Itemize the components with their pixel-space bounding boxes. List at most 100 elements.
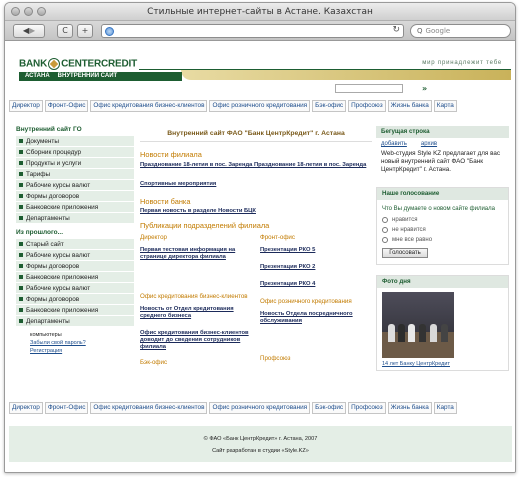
photo-of-day-image[interactable]: [382, 292, 454, 358]
site-search-input[interactable]: [335, 84, 403, 93]
news-link[interactable]: Празднование 18-летия в пос. Заренда Пра…: [140, 162, 372, 169]
nav-item[interactable]: Офис кредитования бизнес-клиентов: [90, 402, 208, 414]
business-link[interactable]: Новость от Отдел кредитования среднего б…: [140, 306, 252, 320]
logo-subtitle: АСТАНА ВНУТРЕННИЙ САЙТ: [19, 72, 182, 81]
front-office-link[interactable]: Презентация РКО 5: [260, 247, 372, 254]
url-reload-icon[interactable]: ↻: [392, 25, 400, 35]
bank-logo[interactable]: BANK CENTERCREDIT: [19, 58, 137, 70]
address-bar[interactable]: ↻: [101, 24, 404, 38]
photo-of-day-box: Фото дня 14 лет Банку ЦентрКредит: [376, 275, 509, 371]
sidebar-item[interactable]: Рабочие курсы валют: [16, 250, 134, 261]
sidebar-item[interactable]: Продукты и услуги: [16, 158, 134, 169]
bank-news-heading: Новости банка: [140, 197, 191, 206]
bank-news-link[interactable]: Первая новость в разделе Новости БЦК: [140, 208, 372, 215]
nav-item[interactable]: Жизнь банка: [387, 402, 432, 414]
tagline: мир принадлежит тебе: [422, 60, 502, 66]
close-window-button[interactable]: [11, 7, 20, 16]
retail-heading: Офис розничного кредитования: [260, 298, 352, 305]
sidebar-item[interactable]: Тарифы: [16, 169, 134, 180]
sidebar-item[interactable]: Формы договоров: [16, 191, 134, 202]
logo-sub-city: АСТАНА: [25, 73, 50, 79]
sidebar-item[interactable]: Рабочие курсы валют: [16, 283, 134, 294]
photo-title: Фото дня: [377, 276, 508, 288]
sidebar-link[interactable]: компьютеры: [16, 331, 134, 339]
nav-item[interactable]: Карта: [433, 402, 457, 414]
nav-item[interactable]: Бэк-офис: [312, 100, 347, 112]
minimize-window-button[interactable]: [24, 7, 33, 16]
browser-window: Стильные интернет-сайты в Астане. Казахс…: [4, 2, 516, 473]
poll-option[interactable]: не нравится: [377, 225, 508, 235]
search-field[interactable]: Q Google: [410, 24, 511, 38]
main-content: Внутренний сайт ФАО "Банк ЦентрКредит" г…: [140, 126, 372, 372]
register-link[interactable]: Регистрация: [16, 347, 134, 355]
zoom-window-button[interactable]: [37, 7, 46, 16]
radio-button[interactable]: [382, 217, 388, 223]
nav-item[interactable]: Офис розничного кредитования: [209, 100, 311, 112]
add-bookmark-button[interactable]: +: [77, 24, 93, 38]
search-placeholder: Google: [425, 27, 451, 35]
forgot-password-link[interactable]: Забыли свой пароль?: [16, 339, 134, 347]
nav-item[interactable]: Карта: [433, 100, 457, 112]
sidebar-item[interactable]: Документы: [16, 136, 134, 147]
nav-item[interactable]: Офис розничного кредитования: [209, 402, 311, 414]
sidebar-item[interactable]: Банковские приложения: [16, 272, 134, 283]
director-link[interactable]: Первая тестовая информация на странице д…: [140, 247, 252, 261]
globe-icon: [105, 27, 114, 36]
nav-item[interactable]: Директор: [9, 100, 43, 112]
studio-credit: Сайт разработан в студии «Style.KZ»: [212, 448, 309, 454]
nav-item[interactable]: Фронт-Офис: [44, 402, 89, 414]
bottom-nav: Директор Фронт-Офис Офис кредитования би…: [9, 402, 512, 414]
emblem-icon: [48, 58, 61, 70]
poll-option[interactable]: нравится: [377, 215, 508, 225]
retail-link[interactable]: Новость Отдела посредничного обслуживани…: [260, 311, 372, 325]
front-office-link[interactable]: Презентация РКО 2: [260, 264, 372, 271]
photo-figure: [419, 324, 426, 342]
forward-arrow-icon[interactable]: ▶: [29, 26, 35, 35]
union-heading: Профсоюз: [260, 355, 291, 362]
nav-item[interactable]: Офис кредитования бизнес-клиентов: [90, 100, 208, 112]
nav-item[interactable]: Фронт-Офис: [44, 100, 89, 112]
search-icon: Q: [417, 27, 423, 35]
reload-icon: C: [62, 26, 68, 35]
site-footer: © ФАО «Банк ЦентрКредит» г. Астана, 2007…: [9, 426, 512, 462]
sidebar-item[interactable]: Департаменты: [16, 213, 134, 224]
archive-link[interactable]: архив: [421, 141, 437, 147]
poll-option-label: не нравится: [392, 227, 426, 233]
sidebar-item[interactable]: Формы договоров: [16, 294, 134, 305]
sidebar-item[interactable]: Департаменты: [16, 316, 134, 327]
nav-item[interactable]: Профсоюз: [348, 100, 386, 112]
news-link[interactable]: Спортивные мероприятия: [140, 181, 372, 188]
poll-question: Что Вы думаете о новом сайте филиала: [382, 206, 495, 212]
ticker-text: Web-студия Style KZ предлагает для вас н…: [381, 150, 501, 173]
sidebar-item[interactable]: Формы договоров: [16, 261, 134, 272]
nav-item[interactable]: Бэк-офис: [312, 402, 347, 414]
photo-figure: [430, 324, 437, 342]
sidebar-item[interactable]: Рабочие курсы валют: [16, 180, 134, 191]
nav-item[interactable]: Жизнь банка: [387, 100, 432, 112]
sidebar-item[interactable]: Старый сайт: [16, 239, 134, 250]
publications-grid: Директор Первая тестовая информация на с…: [140, 234, 372, 372]
right-sidebar: Бегущая строка добавить архив Web-студия …: [376, 126, 509, 371]
logo-text-left: BANK: [19, 58, 48, 70]
radio-button[interactable]: [382, 237, 388, 243]
nav-item[interactable]: Директор: [9, 402, 43, 414]
sidebar-item[interactable]: Банковские приложения: [16, 305, 134, 316]
site-header: BANK CENTERCREDIT АСТАНА ВНУТРЕННИЙ САЙТ м…: [9, 48, 512, 94]
poll-box: Наше голосование Что Вы думаете о новом …: [376, 187, 509, 265]
reload-button[interactable]: C: [57, 24, 73, 38]
sidebar-item[interactable]: Банковские приложения: [16, 202, 134, 213]
photo-figure: [441, 324, 448, 342]
publications-right-column: Фронт-офис Презентация РКО 5 Презентация…: [260, 234, 372, 372]
sidebar-item[interactable]: Сборник процедур: [16, 147, 134, 158]
nav-item[interactable]: Профсоюз: [348, 402, 386, 414]
go-arrow-icon[interactable]: »: [422, 84, 427, 93]
back-forward-buttons[interactable]: ◀▶: [13, 24, 45, 38]
vote-button[interactable]: Голосовать: [382, 248, 428, 258]
add-link[interactable]: добавить: [381, 141, 407, 147]
photo-caption[interactable]: 14 лет Банку ЦентрКредит: [377, 361, 508, 370]
front-office-link[interactable]: Презентация РКО 4: [260, 281, 372, 288]
poll-option[interactable]: мне все равно: [377, 235, 508, 245]
photo-figure: [398, 324, 405, 342]
radio-button[interactable]: [382, 227, 388, 233]
business-link[interactable]: Офис кредитования бизнес-клиентов доводи…: [140, 330, 252, 351]
